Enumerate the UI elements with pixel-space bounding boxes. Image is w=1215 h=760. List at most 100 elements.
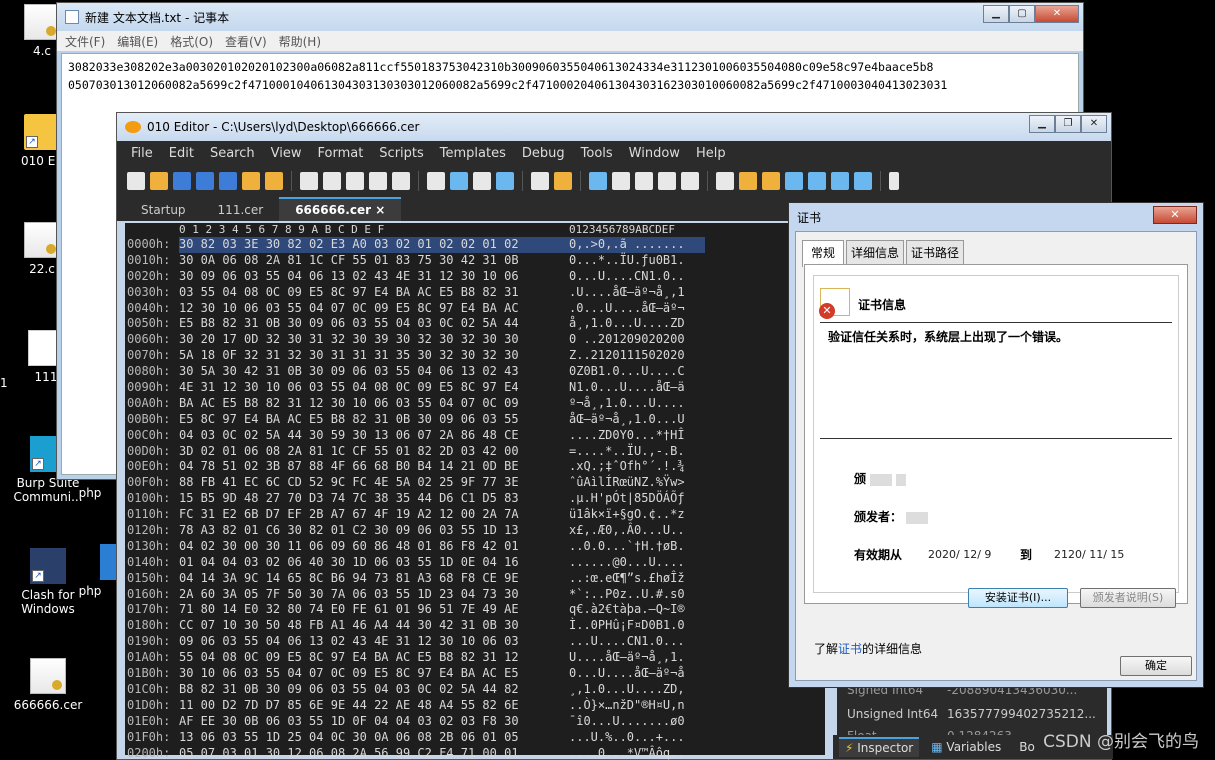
- new-file-icon[interactable]: [127, 172, 145, 190]
- menu-scripts[interactable]: Scripts: [379, 146, 423, 161]
- tab-111-cer[interactable]: 111.cer: [202, 199, 280, 221]
- save-icon[interactable]: [173, 172, 191, 190]
- hex-row[interactable]: 00A0h: BA AC E5 B8 82 31 12 30 10 06 03 5…: [125, 396, 825, 412]
- hex-bytes[interactable]: 4E 31 12 30 10 06 03 55 04 08 0C 09 E5 8…: [179, 380, 565, 396]
- hex-bytes[interactable]: B8 82 31 0B 30 09 06 03 55 04 03 0C 02 5…: [179, 682, 565, 698]
- hex-ascii[interactable]: =....*..ÏU.‚-.B.: [565, 444, 705, 460]
- hex-row[interactable]: 0190h: 09 06 03 55 04 06 13 02 43 4E 31 1…: [125, 634, 825, 650]
- hex-row[interactable]: 0000h: 30 82 03 3E 30 82 02 E3 A0 03 02 0…: [125, 237, 825, 253]
- hex-row[interactable]: 01A0h: 55 04 08 0C 09 E5 8C 97 E4 BA AC E…: [125, 650, 825, 666]
- hex-bytes[interactable]: FC 31 E2 6B D7 EF 2B A7 67 4F 19 A2 12 0…: [179, 507, 565, 523]
- cut-icon[interactable]: [300, 172, 318, 190]
- find-in-files-icon[interactable]: [473, 172, 491, 190]
- menu-search[interactable]: Search: [210, 146, 255, 161]
- hex-bytes[interactable]: E5 B8 82 31 0B 30 09 06 03 55 04 03 0C 0…: [179, 316, 565, 332]
- open-file-icon[interactable]: [150, 172, 168, 190]
- hex-ascii[interactable]: U....åŒ—äº¬å¸‚1.: [565, 650, 705, 666]
- hex-bytes[interactable]: 13 06 03 55 1D 25 04 0C 30 0A 06 08 2B 0…: [179, 730, 565, 746]
- install-certificate-button[interactable]: 安装证书(I)...: [968, 588, 1068, 608]
- hex-bytes[interactable]: 55 04 08 0C 09 E5 8C 97 E4 BA AC E5 B8 8…: [179, 650, 565, 666]
- hex-bytes[interactable]: 05 07 03 01 30 12 06 08 2A 56 99 C2 F4 7…: [179, 746, 565, 760]
- hex-bytes[interactable]: 30 10 06 03 55 04 07 0C 09 E5 8C 97 E4 B…: [179, 666, 565, 682]
- hex-bytes[interactable]: 15 B5 9D 48 27 70 D3 74 7C 38 35 44 D6 C…: [179, 491, 565, 507]
- hex-bytes[interactable]: 11 00 D2 7D D7 85 6E 9E 44 22 AE 48 A4 5…: [179, 698, 565, 714]
- hex-row[interactable]: 01E0h: AF EE 30 0B 06 03 55 1D 0F 04 04 0…: [125, 714, 825, 730]
- hex-ascii[interactable]: ü1âk×ï+§gO.¢..*z: [565, 507, 705, 523]
- hex-ascii[interactable]: .xQ.;‡ˆOfh°´.!.¾: [565, 459, 705, 475]
- hex-row[interactable]: 01D0h: 11 00 D2 7D D7 85 6E 9E 44 22 AE 4…: [125, 698, 825, 714]
- hex-bytes[interactable]: 3D 02 01 06 08 2A 81 1C CF 55 01 82 2D 0…: [179, 444, 565, 460]
- hex-row[interactable]: 0010h: 30 0A 06 08 2A 81 1C CF 55 01 83 7…: [125, 253, 825, 269]
- hex-row[interactable]: 0180h: CC 07 10 30 50 48 FB A1 46 A4 44 3…: [125, 618, 825, 634]
- desktop-icon-php[interactable]: php: [70, 486, 110, 500]
- hex-bytes[interactable]: 88 FB 41 EC 6C CD 52 9C FC 4E 5A 02 25 9…: [179, 475, 565, 491]
- hex-bytes[interactable]: 04 78 51 02 3B 87 88 4F 66 68 B0 B4 14 2…: [179, 459, 565, 475]
- hex-row[interactable]: 0150h: 04 14 3A 9C 14 65 8C B6 94 73 81 A…: [125, 571, 825, 587]
- hex-row[interactable]: 01C0h: B8 82 31 0B 30 09 06 03 55 04 03 0…: [125, 682, 825, 698]
- hex-bytes[interactable]: 30 0A 06 08 2A 81 1C CF 55 01 83 75 30 4…: [179, 253, 565, 269]
- undo-icon[interactable]: [369, 172, 387, 190]
- calculator-icon[interactable]: [716, 172, 734, 190]
- close-button[interactable]: ✕: [1081, 115, 1107, 133]
- paste-icon[interactable]: [346, 172, 364, 190]
- close-button[interactable]: ✕: [1035, 5, 1079, 23]
- hex-ascii[interactable]: N1.0...U....åŒ—ä: [565, 380, 705, 396]
- restore-button[interactable]: ❐: [1055, 115, 1081, 133]
- save-as-icon[interactable]: [196, 172, 214, 190]
- hex-ascii[interactable]: ¸‚1.0...U....ZD‚: [565, 682, 705, 698]
- desktop-icon-php-2[interactable]: php: [70, 544, 116, 598]
- hex-bytes[interactable]: 04 14 3A 9C 14 65 8C B6 94 73 81 A3 68 F…: [179, 571, 565, 587]
- menu-help[interactable]: 帮助(H): [279, 33, 321, 50]
- hex-bytes[interactable]: BA AC E5 B8 82 31 12 30 10 06 03 55 04 0…: [179, 396, 565, 412]
- hex-ascii[interactable]: *`:..P0z..U.#.s0: [565, 587, 705, 603]
- bookmark-icon[interactable]: [681, 172, 699, 190]
- hex-row[interactable]: 00C0h: 04 03 0C 02 5A 44 30 59 30 13 06 0…: [125, 428, 825, 444]
- menu-tools[interactable]: Tools: [581, 146, 613, 161]
- menu-debug[interactable]: Debug: [522, 146, 565, 161]
- hex-bytes[interactable]: 04 02 30 00 30 11 06 09 60 86 48 01 86 F…: [179, 539, 565, 555]
- desktop-icon-666666-cer[interactable]: 666666.cer: [8, 658, 88, 712]
- tab-cert-path[interactable]: 证书路径: [906, 240, 965, 267]
- hex-ascii[interactable]: Z..2120111502020: [565, 348, 705, 364]
- show-whitespace-icon[interactable]: [635, 172, 653, 190]
- hex-bytes[interactable]: 78 A3 82 01 C6 30 82 01 C2 30 09 06 03 5…: [179, 523, 565, 539]
- hex-row[interactable]: 0100h: 15 B5 9D 48 27 70 D3 74 7C 38 35 4…: [125, 491, 825, 507]
- hex-view[interactable]: 0 1 2 3 4 5 6 7 8 9 A B C D E F 01234567…: [125, 223, 825, 760]
- tab-variables[interactable]: ▦ Variables: [925, 738, 1007, 756]
- hex-row[interactable]: 0070h: 5A 18 0F 32 31 32 30 31 31 31 35 3…: [125, 348, 825, 364]
- run-template-icon[interactable]: [854, 172, 872, 190]
- hex-ascii[interactable]: 0...U....CN1.0..: [565, 269, 705, 285]
- redo-icon[interactable]: [392, 172, 410, 190]
- hex-ascii[interactable]: ......@0...U....: [565, 555, 705, 571]
- inspector-row[interactable]: Unsigned Int64 163577799402735212...: [847, 707, 1107, 727]
- hex-row[interactable]: 0030h: 03 55 04 08 0C 09 E5 8C 97 E4 BA A…: [125, 285, 825, 301]
- workspace-icon[interactable]: [265, 172, 283, 190]
- certificate-link[interactable]: 证书: [838, 642, 862, 656]
- hex-row[interactable]: 0020h: 30 09 06 03 55 04 06 13 02 43 4E 3…: [125, 269, 825, 285]
- hex-ascii[interactable]: .µ.H'pÓt|85DÖÁÕƒ: [565, 491, 705, 507]
- hex-row[interactable]: 0090h: 4E 31 12 30 10 06 03 55 04 08 0C 0…: [125, 380, 825, 396]
- histogram-icon[interactable]: [785, 172, 803, 190]
- pause-icon[interactable]: [889, 172, 899, 190]
- hex-row[interactable]: 0120h: 78 A3 82 01 C6 30 82 01 C2 30 09 0…: [125, 523, 825, 539]
- hex-row[interactable]: 00F0h: 88 FB 41 EC 6C CD 52 9C FC 4E 5A 0…: [125, 475, 825, 491]
- hex-ascii[interactable]: Ì..0PHû¡F¤D0B1.0: [565, 618, 705, 634]
- hex-ascii[interactable]: º¬å¸‚1.0...U....: [565, 396, 705, 412]
- hex-row[interactable]: 01B0h: 30 10 06 03 55 04 07 0C 09 E5 8C 9…: [125, 666, 825, 682]
- tab-666666-cer[interactable]: 666666.cer ×: [279, 197, 402, 221]
- hex-ascii[interactable]: åŒ—äº¬å¸‚1.0...U: [565, 412, 705, 428]
- hex-bytes[interactable]: 04 03 0C 02 5A 44 30 59 30 13 06 07 2A 8…: [179, 428, 565, 444]
- menu-edit[interactable]: Edit: [169, 146, 194, 161]
- menu-file[interactable]: File: [131, 146, 153, 161]
- compare-icon[interactable]: [762, 172, 780, 190]
- hex-row[interactable]: 01F0h: 13 06 03 55 1D 25 04 0C 30 0A 06 0…: [125, 730, 825, 746]
- hex-ascii[interactable]: x£‚.Æ0‚.Â0...U..: [565, 523, 705, 539]
- hex-ascii[interactable]: 0 ..201209020200: [565, 332, 705, 348]
- hex-bytes[interactable]: 30 20 17 0D 32 30 31 32 30 39 30 32 30 3…: [179, 332, 565, 348]
- menu-edit[interactable]: 编辑(E): [117, 33, 158, 50]
- tab-bookmarks[interactable]: Bo: [1013, 738, 1041, 756]
- hex-ascii[interactable]: ..0.0...`†H.†øB.: [565, 539, 705, 555]
- hex-ascii[interactable]: ¯î0...U.......ø0: [565, 714, 705, 730]
- find-icon[interactable]: [427, 172, 445, 190]
- minimize-button[interactable]: ▁: [1029, 115, 1055, 133]
